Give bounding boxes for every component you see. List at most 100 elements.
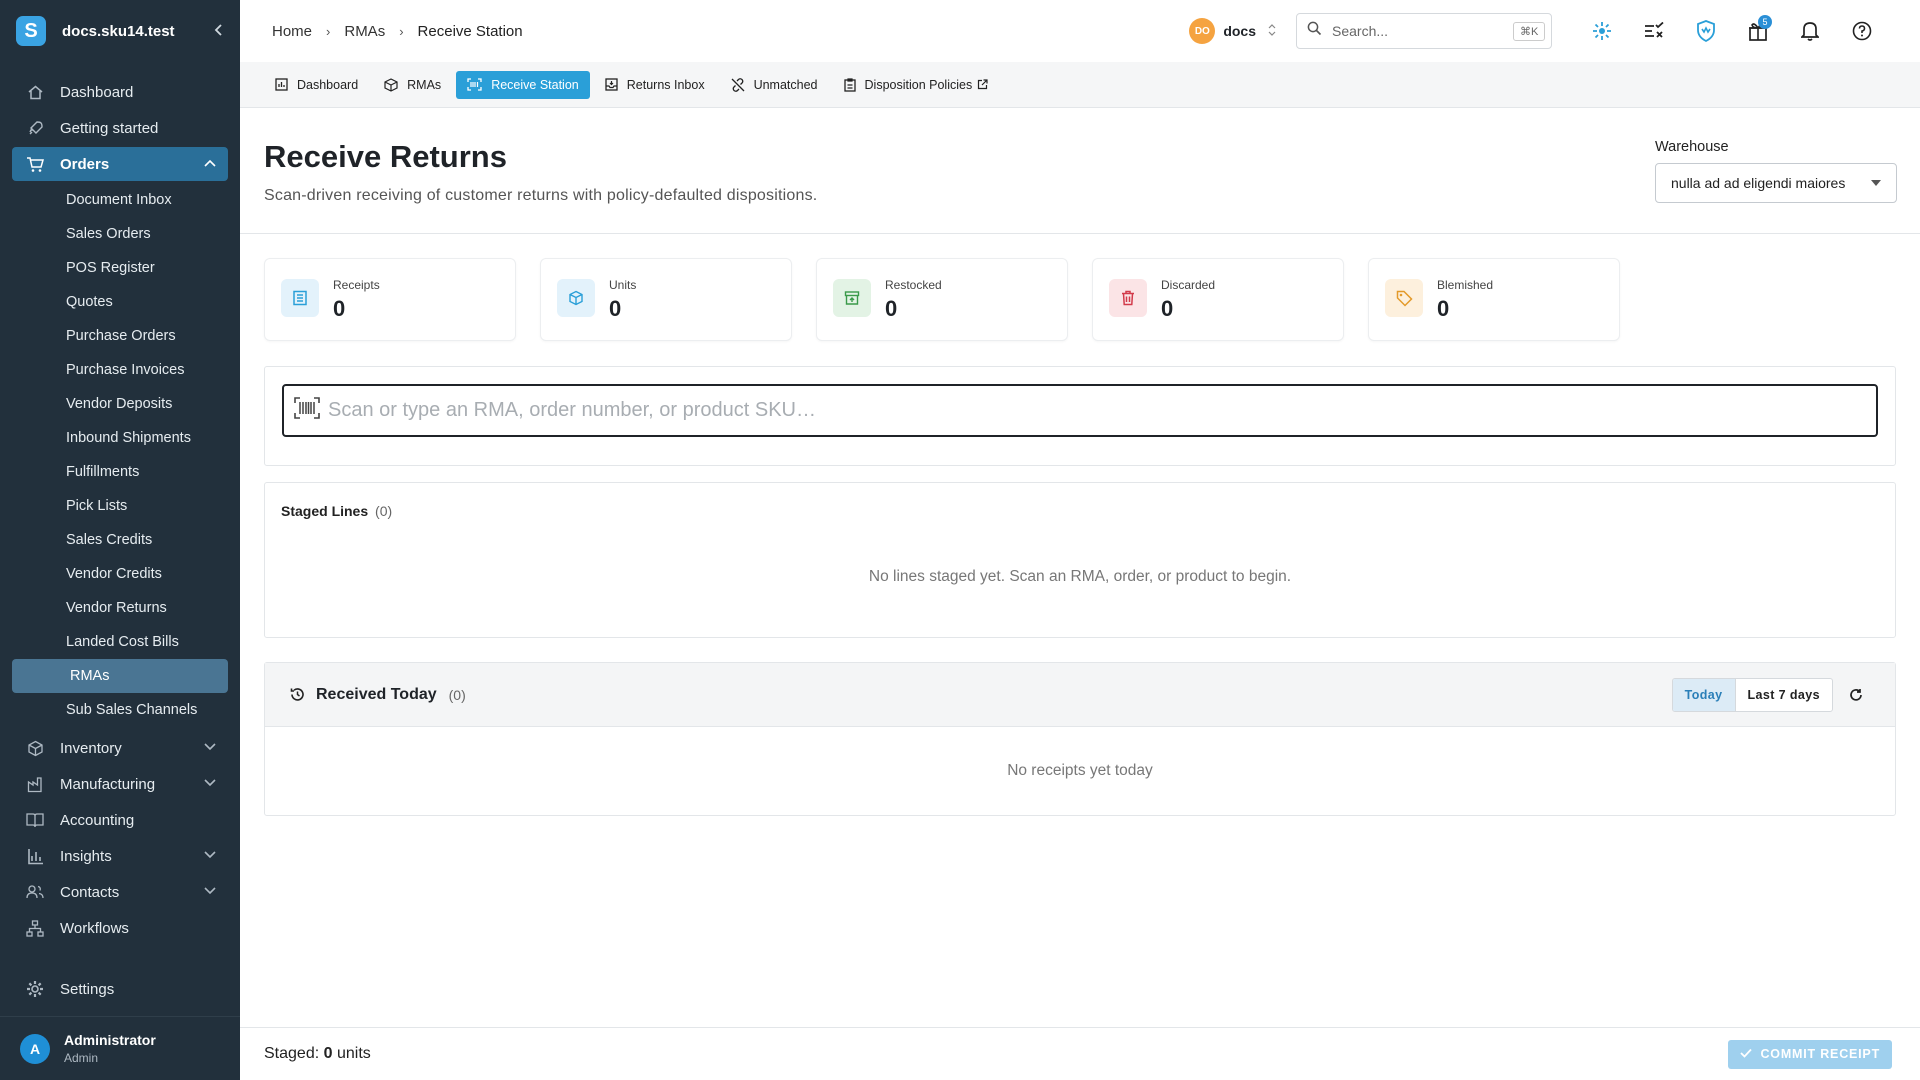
user-role: Admin (64, 1051, 99, 1065)
sidebar-item-orders[interactable]: Orders (12, 147, 228, 181)
sidebar-item-accounting[interactable]: Accounting (12, 803, 228, 837)
sidebar-item-getting-started[interactable]: Getting started (12, 111, 228, 145)
user-name: Administrator (64, 1032, 156, 1048)
collapse-sidebar-button[interactable] (214, 23, 224, 40)
commit-receipt-button[interactable]: COMMIT RECEIPT (1728, 1039, 1892, 1069)
tab-label: Returns Inbox (626, 77, 705, 92)
sidebar-item-label: Orders (60, 155, 110, 173)
scan-field[interactable] (282, 384, 1878, 437)
sidebar-subitem[interactable]: Vendor Deposits (12, 387, 228, 421)
stat-card-restocked: Restocked 0 (816, 258, 1068, 341)
search-box[interactable]: ⌘K (1296, 13, 1552, 49)
stat-label: Receipts (333, 278, 380, 292)
stat-card-discarded: Discarded 0 (1092, 258, 1344, 341)
sidebar-subitem[interactable]: Vendor Credits (12, 557, 228, 591)
sidebar-item-settings[interactable]: Settings (12, 972, 228, 1006)
sidebar-subitem[interactable]: Quotes (12, 285, 228, 319)
sidebar-bottom: Settings A Administrator Admin (0, 970, 240, 1080)
workspace-name: docs.sku14.test (62, 22, 175, 40)
sidebar-subitem[interactable]: Sales Credits (12, 523, 228, 557)
stat-label: Discarded (1161, 278, 1216, 292)
tab-label: Dashboard (297, 77, 359, 92)
sidebar-subitem[interactable]: POS Register (12, 251, 228, 285)
received-today-empty-message: No receipts yet today (1007, 762, 1153, 779)
tab-dashboard[interactable]: Dashboard (264, 71, 369, 99)
refresh-button[interactable] (1849, 688, 1863, 702)
sidebar-item-workflows[interactable]: Workflows (12, 911, 228, 945)
sidebar-item-label: Getting started (60, 119, 159, 137)
org-switcher[interactable]: DO docs (1189, 18, 1276, 44)
cube-icon (557, 279, 595, 317)
sidebar-subitem[interactable]: Purchase Orders (12, 319, 228, 353)
sidebar-subitem[interactable]: Fulfillments (12, 455, 228, 489)
warehouse-select[interactable]: nulla ad ad eligendi maiores (1655, 163, 1897, 203)
sidebar-nav: Dashboard Getting started Orders Documen… (0, 75, 240, 945)
sidebar-item-inventory[interactable]: Inventory (12, 731, 228, 765)
brand-logo[interactable]: S (16, 16, 46, 46)
security-button[interactable] (1680, 11, 1732, 51)
staged-lines-panel: Staged Lines (0) No lines staged yet. Sc… (264, 482, 1896, 638)
warehouse-value: nulla ad ad eligendi maiores (1671, 175, 1846, 191)
sidebar-subitem-rmas[interactable]: RMAs (12, 659, 228, 693)
tab-label: Unmatched (753, 77, 818, 92)
page-title: Receive Returns (264, 139, 507, 174)
tab-receive-station[interactable]: Receive Station (456, 70, 590, 99)
received-today-header: Received Today (0) Today Last 7 days (265, 663, 1895, 727)
tab-disposition-policies[interactable]: Disposition Policies (833, 71, 1000, 99)
sidebar-item-label: Inventory (60, 739, 122, 757)
tab-label: Receive Station (491, 77, 579, 92)
stat-text: Blemished 0 (1437, 278, 1493, 322)
sidebar-subitem[interactable]: Landed Cost Bills (12, 625, 228, 659)
sidebar-item-dashboard[interactable]: Dashboard (12, 75, 228, 109)
sidebar-subitem[interactable]: Sub Sales Channels (12, 693, 228, 727)
check-icon (1740, 1047, 1753, 1061)
user-profile[interactable]: A Administrator Admin (0, 1016, 240, 1080)
sparkle-icon (1593, 22, 1611, 40)
tab-returns-inbox[interactable]: Returns Inbox (594, 71, 716, 99)
list-check-icon (1645, 22, 1664, 38)
scan-icon (467, 78, 482, 91)
breadcrumb: Home › RMAs › Receive Station (272, 23, 1189, 40)
ai-assistant-button[interactable] (1576, 11, 1628, 51)
stat-value: 0 (1161, 296, 1174, 321)
stat-value: 0 (1437, 296, 1450, 321)
rocket-icon (26, 119, 44, 137)
filter-today-button[interactable]: Today (1672, 678, 1736, 711)
sidebar-item-insights[interactable]: Insights (12, 839, 228, 873)
page-header: Receive Returns Scan-driven receiving of… (240, 108, 1920, 234)
help-button[interactable] (1836, 11, 1888, 51)
sidebar-item-manufacturing[interactable]: Manufacturing (12, 767, 228, 801)
breadcrumb-current: Receive Station (417, 22, 523, 40)
staged-summary-suffix: units (336, 1045, 371, 1062)
scan-input[interactable] (328, 399, 1866, 422)
filter-last-7-days-button[interactable]: Last 7 days (1736, 679, 1832, 711)
sidebar-item-label: Dashboard (60, 83, 134, 101)
breadcrumb-home[interactable]: Home (272, 23, 312, 40)
refresh-icon (1850, 688, 1862, 701)
tab-rmas[interactable]: RMAs (373, 71, 452, 99)
tasks-button[interactable] (1628, 11, 1680, 51)
sidebar-subitem[interactable]: Purchase Invoices (12, 353, 228, 387)
sidebar-subitem[interactable]: Sales Orders (12, 217, 228, 251)
chevron-right-icon: › (326, 23, 331, 39)
package-return-icon (384, 77, 398, 92)
user-info: Administrator Admin (64, 1032, 156, 1065)
bar-chart-icon (26, 847, 44, 865)
whats-new-button[interactable]: 5 (1732, 11, 1784, 51)
search-input[interactable] (1332, 23, 1513, 39)
notifications-button[interactable] (1784, 11, 1836, 51)
sidebar-item-label: Insights (60, 847, 112, 865)
tab-unmatched[interactable]: Unmatched (720, 71, 829, 99)
sidebar-subitem[interactable]: Inbound Shipments (12, 421, 228, 455)
breadcrumb-rmas[interactable]: RMAs (344, 23, 385, 40)
help-icon (1852, 21, 1872, 41)
barcode-scan-icon (294, 397, 320, 424)
sidebar-subitem[interactable]: Pick Lists (12, 489, 228, 523)
sidebar-subitem[interactable]: Document Inbox (12, 183, 228, 217)
dropdown-caret-icon (1871, 180, 1881, 186)
chevron-down-icon (204, 886, 218, 898)
tag-icon (1385, 279, 1423, 317)
sidebar-subitem[interactable]: Vendor Returns (12, 591, 228, 625)
chevron-right-icon: › (399, 23, 404, 39)
sidebar-item-contacts[interactable]: Contacts (12, 875, 228, 909)
